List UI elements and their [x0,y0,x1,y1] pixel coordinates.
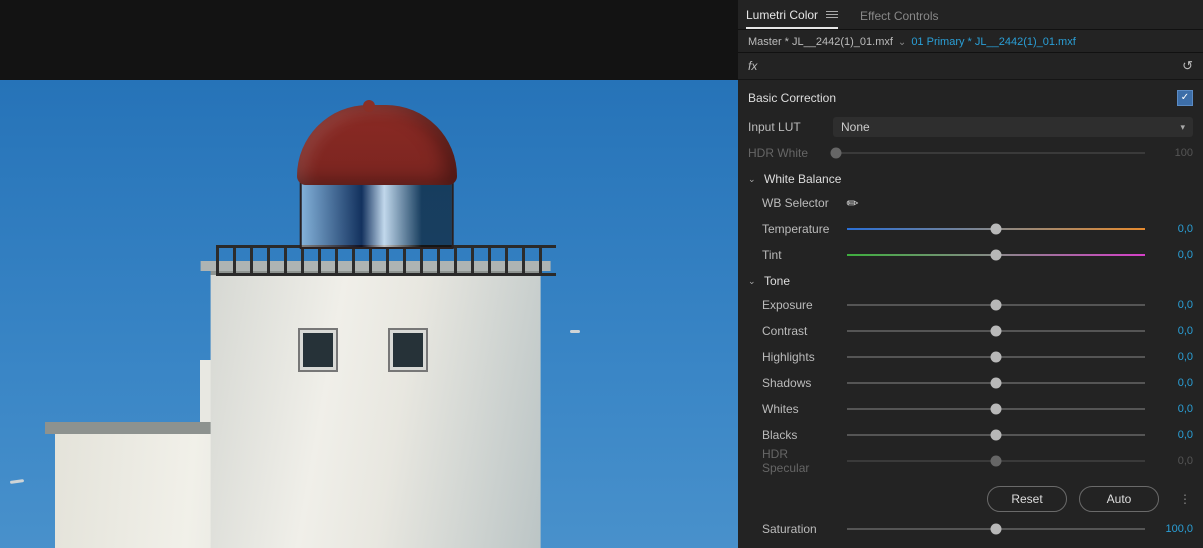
whites-label: Whites [762,402,837,416]
blacks-slider[interactable] [847,428,1145,442]
auto-button[interactable]: Auto [1079,486,1159,512]
hdr-white-label: HDR White [748,146,823,160]
input-lut-select[interactable]: None ▾ [833,117,1193,137]
blacks-label: Blacks [762,428,837,442]
contrast-value[interactable]: 0,0 [1155,325,1193,337]
chevron-down-icon[interactable]: ⌄ [748,276,758,287]
chevron-down-icon: ▾ [1180,122,1185,133]
clip-breadcrumb: Master * JL__2442(1)_01.mxf ⌄ 01 Primary… [738,30,1203,53]
breadcrumb-clip[interactable]: 01 Primary * JL__2442(1)_01.mxf [911,36,1075,48]
whites-slider[interactable] [847,402,1145,416]
group-white-balance[interactable]: White Balance [764,172,841,186]
tab-label: Lumetri Color [746,8,818,22]
input-lut-label: Input LUT [748,120,823,134]
video-preview [0,80,738,548]
highlights-value[interactable]: 0,0 [1155,351,1193,363]
exposure-value[interactable]: 0,0 [1155,299,1193,311]
temperature-label: Temperature [762,222,837,236]
fx-label[interactable]: fx [748,59,757,73]
tint-label: Tint [762,248,837,262]
panel-tabs: Lumetri Color Effect Controls [738,0,1203,30]
highlights-label: Highlights [762,350,837,364]
reset-effect-icon[interactable]: ↺ [1182,58,1193,74]
whites-value[interactable]: 0,0 [1155,403,1193,415]
hdr-specular-label: HDR Specular [762,447,837,475]
wb-selector-label: WB Selector [762,196,837,210]
contrast-slider[interactable] [847,324,1145,338]
exposure-label: Exposure [762,298,837,312]
saturation-label: Saturation [762,522,837,536]
lumetri-panel: Lumetri Color Effect Controls Master * J… [738,0,1203,548]
tint-value[interactable]: 0,0 [1155,249,1193,261]
exposure-slider[interactable] [847,298,1145,312]
group-tone[interactable]: Tone [764,274,790,288]
basic-correction-toggle[interactable]: ✓ [1177,90,1193,106]
highlights-slider[interactable] [847,350,1145,364]
input-lut-value: None [841,120,870,134]
temperature-value[interactable]: 0,0 [1155,223,1193,235]
more-icon[interactable]: ⋮ [1179,492,1193,506]
reset-button[interactable]: Reset [987,486,1067,512]
shadows-label: Shadows [762,376,837,390]
chevron-down-icon[interactable]: ⌄ [748,174,758,185]
section-basic-correction[interactable]: Basic Correction [748,91,836,105]
program-monitor [0,0,738,548]
breadcrumb-master[interactable]: Master * JL__2442(1)_01.mxf [748,36,893,48]
shadows-slider[interactable] [847,376,1145,390]
hdr-specular-value: 0,0 [1155,455,1193,467]
hdr-white-value: 100 [1155,147,1193,159]
shadows-value[interactable]: 0,0 [1155,377,1193,389]
tint-slider[interactable] [847,248,1145,262]
hdr-white-slider [833,146,1145,160]
saturation-value[interactable]: 100,0 [1155,523,1193,535]
eyedropper-icon[interactable]: ✎ [843,193,863,213]
tab-label: Effect Controls [860,9,938,23]
temperature-slider[interactable] [847,222,1145,236]
tab-lumetri-color[interactable]: Lumetri Color [746,1,838,29]
blacks-value[interactable]: 0,0 [1155,429,1193,441]
hdr-specular-slider [847,454,1145,468]
panel-menu-icon[interactable] [826,11,838,18]
contrast-label: Contrast [762,324,837,338]
tab-effect-controls[interactable]: Effect Controls [860,2,938,28]
chevron-down-icon[interactable]: ⌄ [898,37,906,48]
saturation-slider[interactable] [847,522,1145,536]
